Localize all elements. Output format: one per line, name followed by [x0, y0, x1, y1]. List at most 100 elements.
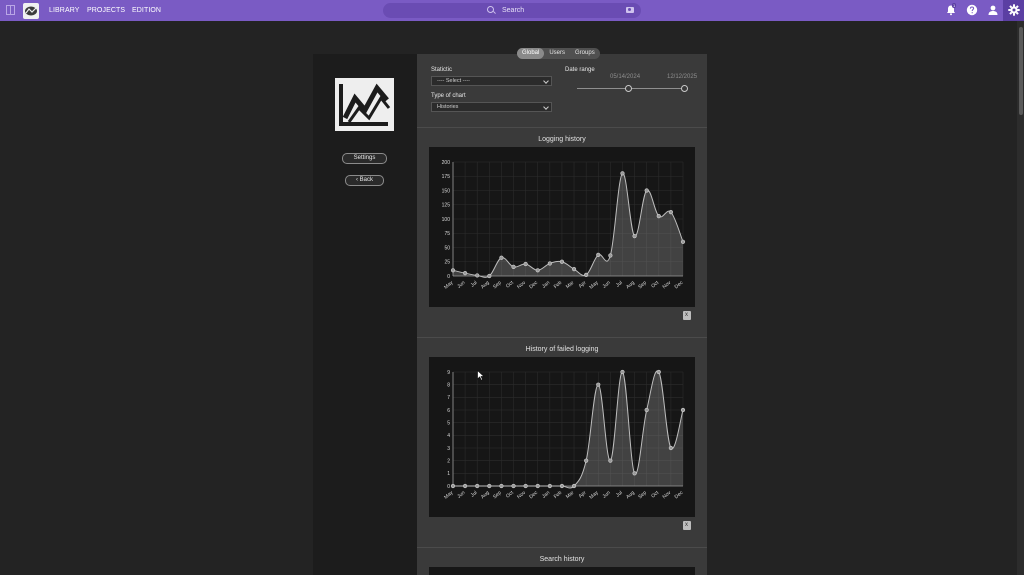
- x-tick-label: Jul: [615, 280, 624, 289]
- chevron-down-icon: [543, 104, 549, 110]
- data-point: [608, 253, 613, 258]
- data-point: [511, 264, 516, 269]
- y-tick-label: 175: [442, 174, 451, 180]
- data-point: [450, 483, 456, 489]
- back-label: Back: [359, 177, 373, 183]
- y-tick-label: 4: [447, 433, 450, 439]
- x-tick-label: Jul: [470, 280, 479, 289]
- series-area: [453, 370, 683, 489]
- x-tick-label: Dec: [528, 490, 539, 501]
- x-tick-label: Aug: [625, 280, 636, 290]
- data-point: [680, 407, 686, 413]
- x-tick-label: Aug: [480, 280, 491, 290]
- y-tick-label: 150: [442, 188, 451, 194]
- failed-logging-title: History of failed logging: [525, 346, 599, 353]
- settings-button[interactable]: Settings: [342, 153, 387, 164]
- x-tick-label: Nov: [516, 280, 527, 291]
- statistic-label: Statictic: [431, 67, 453, 73]
- chart-type-select[interactable]: Histories: [431, 102, 552, 112]
- data-point: [547, 483, 552, 489]
- export-excel-icon[interactable]: [683, 311, 691, 320]
- x-tick-label: Oct: [650, 280, 660, 290]
- x-tick-label: Nov: [662, 490, 673, 501]
- data-point: [620, 171, 625, 176]
- date-range-label: Date range: [565, 67, 595, 73]
- date-start-handle[interactable]: [625, 85, 632, 92]
- x-tick-label: Jun: [456, 490, 466, 500]
- x-tick-label: Jan: [541, 280, 551, 290]
- date-end: 12/12/2025: [667, 74, 698, 80]
- divider: [417, 337, 707, 338]
- search-input[interactable]: Search: [383, 3, 641, 18]
- nav-library[interactable]: LIBRARY: [49, 0, 80, 21]
- x-tick-label: Oct: [650, 490, 660, 500]
- tab-groups[interactable]: Groups: [570, 48, 600, 59]
- sidebar-panel: [313, 54, 417, 575]
- data-point: [487, 273, 492, 279]
- x-tick-label: Aug: [625, 490, 636, 500]
- x-tick-label: Aug: [480, 490, 491, 500]
- search-placeholder: Search: [502, 7, 525, 14]
- x-tick-label: Apr: [578, 490, 588, 500]
- x-tick-label: May: [443, 280, 454, 291]
- x-tick-label: Nov: [662, 280, 673, 291]
- date-end-handle[interactable]: [681, 85, 688, 92]
- nav-projects[interactable]: PROJECTS: [87, 0, 125, 21]
- x-tick-label: Jun: [602, 490, 612, 500]
- data-point: [584, 458, 589, 463]
- data-point: [559, 259, 565, 264]
- data-point: [535, 268, 540, 273]
- x-tick-label: Mar: [565, 490, 576, 500]
- data-point: [620, 369, 625, 375]
- data-point: [656, 369, 661, 375]
- search-icon: [487, 6, 494, 13]
- divider: [417, 547, 707, 548]
- top-bar: LIBRARY PROJECTS EDITION Search 1: [0, 0, 1024, 21]
- y-tick-label: 200: [442, 160, 451, 166]
- data-point: [511, 483, 516, 489]
- search-history-chart: [429, 567, 695, 575]
- data-point: [559, 483, 565, 489]
- x-tick-label: Jul: [615, 490, 624, 499]
- x-tick-label: Oct: [505, 280, 515, 290]
- chart-svg: 0255075100125150175200May Jun Jul Aug Sep Oct…: [442, 160, 686, 291]
- date-range-slider[interactable]: [577, 88, 687, 89]
- mouse-cursor-icon: [477, 370, 485, 381]
- x-tick-label: Nov: [516, 490, 527, 501]
- y-tick-label: 7: [447, 395, 450, 401]
- x-tick-label: Feb: [553, 490, 564, 500]
- tab-global[interactable]: Global: [517, 48, 545, 59]
- x-tick-label: Jul: [470, 490, 479, 499]
- app-logo-icon[interactable]: [23, 3, 39, 19]
- y-tick-label: 8: [447, 382, 450, 388]
- x-tick-label: Jun: [602, 280, 612, 290]
- x-tick-label: Jun: [456, 280, 466, 290]
- scrollbar-thumb[interactable]: [1019, 27, 1023, 115]
- tab-users[interactable]: Users: [544, 48, 570, 59]
- data-point: [571, 483, 577, 489]
- x-tick-label: Sep: [492, 280, 503, 290]
- data-point: [535, 483, 540, 489]
- nav-edition[interactable]: EDITION: [132, 0, 161, 21]
- data-point: [596, 382, 601, 387]
- help-icon[interactable]: [966, 4, 978, 16]
- statistic-select[interactable]: ---- Select ----: [431, 76, 552, 86]
- export-excel-icon[interactable]: [683, 521, 691, 530]
- data-point: [571, 267, 577, 272]
- data-point: [632, 233, 637, 239]
- sidebar-toggle-icon[interactable]: [6, 5, 15, 15]
- data-point: [475, 483, 480, 489]
- x-tick-label: Feb: [553, 280, 564, 290]
- y-tick-label: 3: [447, 446, 450, 452]
- settings-gear-button[interactable]: [1003, 0, 1024, 21]
- y-tick-label: 0: [447, 274, 450, 280]
- data-point: [656, 214, 661, 219]
- chart-type-label: Type of chart: [431, 93, 466, 99]
- data-point: [668, 445, 673, 451]
- data-point: [450, 268, 456, 273]
- camera-icon[interactable]: [626, 7, 634, 13]
- user-icon[interactable]: [987, 4, 999, 16]
- back-button[interactable]: ‹ Back: [345, 175, 384, 186]
- y-tick-label: 0: [447, 484, 450, 490]
- data-point: [680, 239, 686, 244]
